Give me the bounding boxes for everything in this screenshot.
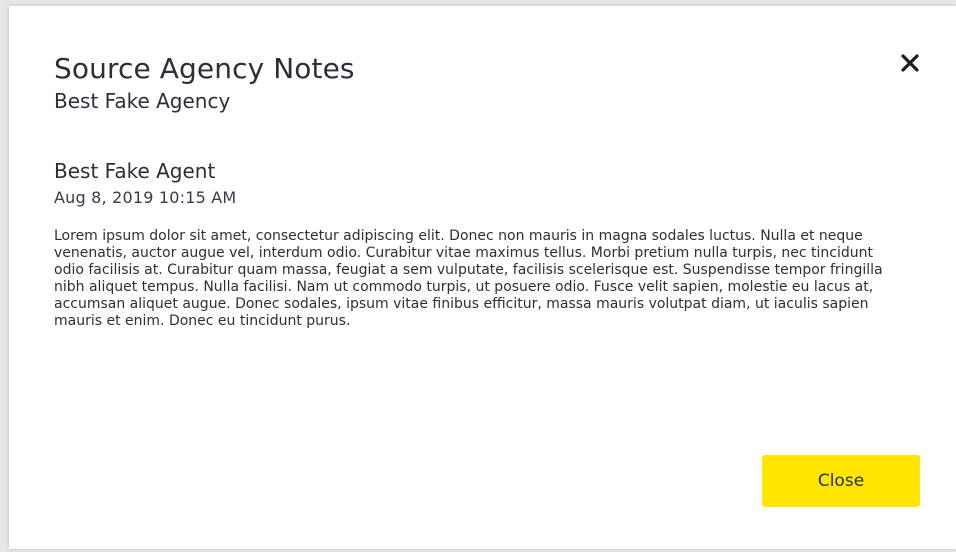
note-author: Best Fake Agent: [54, 159, 216, 183]
note-timestamp: Aug 8, 2019 10:15 AM: [54, 188, 237, 207]
source-agency-notes-modal: Source Agency Notes Best Fake Agency Bes…: [9, 6, 956, 549]
agency-name: Best Fake Agency: [54, 89, 231, 113]
close-icon-button[interactable]: [895, 48, 925, 78]
close-button[interactable]: Close: [762, 455, 920, 507]
close-icon: [901, 54, 919, 72]
modal-title: Source Agency Notes: [54, 52, 355, 85]
note-body: Lorem ipsum dolor sit amet, consectetur …: [54, 228, 883, 329]
